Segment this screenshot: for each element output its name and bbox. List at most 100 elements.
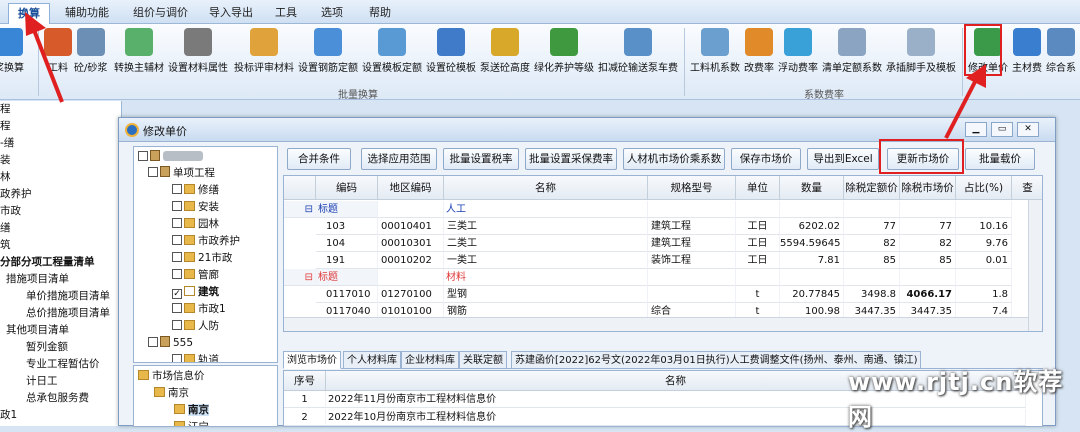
name-cell[interactable]: 一类工 bbox=[444, 252, 648, 269]
grid-header[interactable]: 占比(%) bbox=[956, 176, 1012, 200]
grid-header[interactable]: 查 bbox=[1012, 176, 1042, 200]
ribbon-rebar-quota[interactable]: 设置钢筋定额 bbox=[298, 28, 358, 74]
tree-item[interactable]: 政养护 bbox=[0, 186, 121, 203]
grid-cell[interactable] bbox=[780, 201, 844, 218]
tree-item[interactable]: 市场信息价 bbox=[138, 368, 205, 385]
quota-price-cell[interactable]: 3498.8 bbox=[844, 286, 900, 303]
grid-cell[interactable] bbox=[736, 201, 780, 218]
tree-item[interactable]: 总价措施项目清单 bbox=[0, 305, 121, 322]
grid-header[interactable]: 除税定额价 bbox=[844, 176, 900, 200]
quantity-cell[interactable]: 20.77845 bbox=[780, 286, 844, 303]
tree-item[interactable]: 单项工程 bbox=[148, 165, 215, 182]
percent-cell[interactable]: 1.8 bbox=[956, 286, 1012, 303]
tree-root[interactable] bbox=[138, 149, 203, 166]
tree-item[interactable]: 555 bbox=[148, 335, 193, 352]
tree-item[interactable]: 装 bbox=[0, 152, 121, 169]
region-code-cell[interactable]: 00010202 bbox=[378, 252, 444, 269]
tab-related-quota[interactable]: 关联定额 bbox=[459, 351, 507, 369]
market-price-cell[interactable]: 77 bbox=[900, 218, 956, 235]
unit-cell[interactable]: 工日 bbox=[736, 252, 780, 269]
menu-pricing[interactable]: 组价与调价 bbox=[124, 3, 197, 24]
region-code-cell[interactable]: 00010301 bbox=[378, 235, 444, 252]
name-cell[interactable]: 三类工 bbox=[444, 218, 648, 235]
grid-cell[interactable] bbox=[648, 269, 736, 286]
grid-header[interactable]: 地区编码 bbox=[378, 176, 444, 200]
batch-procurement-rate-button[interactable]: 批量设置采保费率 bbox=[525, 148, 617, 170]
quantity-cell[interactable]: 5594.59645 bbox=[780, 235, 844, 252]
tree-item[interactable]: -缮 bbox=[0, 135, 121, 152]
tree-item[interactable]: 筑 bbox=[0, 237, 121, 254]
grid-cell[interactable] bbox=[900, 269, 956, 286]
list-header[interactable]: 序号 bbox=[284, 371, 326, 391]
ribbon-coefficient[interactable]: 工料机系数 bbox=[690, 28, 740, 74]
code-cell[interactable]: 103 bbox=[316, 218, 378, 235]
quota-price-cell[interactable]: 82 bbox=[844, 235, 900, 252]
group-title[interactable]: 标题 bbox=[316, 201, 378, 218]
unit-cell[interactable]: t bbox=[736, 286, 780, 303]
menu-options[interactable]: 选项 bbox=[312, 3, 352, 24]
region-code-cell[interactable]: 01270100 bbox=[378, 286, 444, 303]
group-title[interactable]: 标题 bbox=[316, 269, 378, 286]
group-toggle[interactable]: ⊟ bbox=[284, 269, 316, 286]
close-button[interactable]: ✕ bbox=[1017, 122, 1039, 137]
grid-cell[interactable] bbox=[956, 269, 1012, 286]
tree-item[interactable]: 其他项目清单 bbox=[0, 322, 121, 339]
quota-price-cell[interactable]: 77 bbox=[844, 218, 900, 235]
tree-item[interactable]: 轨道 bbox=[172, 352, 219, 362]
grid-cell[interactable] bbox=[378, 269, 444, 286]
ribbon-composite[interactable]: 综合系 bbox=[1046, 28, 1076, 74]
grid-cell[interactable] bbox=[844, 269, 900, 286]
tree-item[interactable]: 园林 bbox=[172, 216, 219, 233]
code-cell[interactable]: 0117010 bbox=[316, 286, 378, 303]
ribbon-pump-height[interactable]: 泵送砼高度 bbox=[480, 28, 530, 74]
market-price-cell[interactable]: 82 bbox=[900, 235, 956, 252]
horizontal-scrollbar[interactable] bbox=[284, 317, 1028, 331]
tree-item-checked[interactable]: ✓ 建筑 bbox=[172, 284, 219, 301]
ribbon-material-attr[interactable]: 设置材料属性 bbox=[168, 28, 228, 74]
tree-item[interactable]: 政1 bbox=[0, 407, 121, 424]
unit-cell[interactable]: 工日 bbox=[736, 218, 780, 235]
menu-import-export[interactable]: 导入导出 bbox=[200, 3, 262, 24]
tab-browse-market[interactable]: 浏览市场价 bbox=[283, 351, 341, 369]
tab-enterprise-library[interactable]: 企业材料库 bbox=[401, 351, 459, 369]
quota-price-cell[interactable]: 85 bbox=[844, 252, 900, 269]
market-price-cell[interactable]: 4066.17 bbox=[900, 286, 956, 303]
tree-item[interactable]: 管廊 bbox=[172, 267, 219, 284]
ribbon-concrete-mortar[interactable]: 砼/砂浆 bbox=[74, 28, 107, 74]
tab-personal-library[interactable]: 个人材料库 bbox=[343, 351, 401, 369]
grid-cell[interactable] bbox=[648, 201, 736, 218]
quantity-cell[interactable]: 6202.02 bbox=[780, 218, 844, 235]
tree-item[interactable]: 计日工 bbox=[0, 373, 121, 390]
percent-cell[interactable]: 0.01 bbox=[956, 252, 1012, 269]
ribbon-change-rate[interactable]: 改费率 bbox=[744, 28, 774, 74]
ribbon-convert-material[interactable]: 转换主辅材 bbox=[114, 28, 164, 74]
quantity-cell[interactable]: 7.81 bbox=[780, 252, 844, 269]
tree-item[interactable]: 专业工程暂估价 bbox=[0, 356, 121, 373]
grid-header[interactable]: 数量 bbox=[780, 176, 844, 200]
tree-item[interactable]: 21市政 bbox=[172, 250, 232, 267]
grid-cell[interactable] bbox=[900, 201, 956, 218]
tree-item[interactable]: 市政1 bbox=[172, 301, 226, 318]
tree-item[interactable]: 措施项目清单 bbox=[0, 271, 121, 288]
ribbon-deduct-pump-fee[interactable]: 扣减砼输送泵车费 bbox=[598, 28, 678, 74]
tree-item[interactable]: 林 bbox=[0, 169, 121, 186]
grid-header[interactable]: 名称 bbox=[444, 176, 648, 200]
tree-item[interactable]: 暂列金额 bbox=[0, 339, 121, 356]
code-cell[interactable]: 104 bbox=[316, 235, 378, 252]
maximize-button[interactable]: ▭ bbox=[991, 122, 1013, 137]
name-cell[interactable]: 二类工 bbox=[444, 235, 648, 252]
ribbon-formwork-quota[interactable]: 设置模板定额 bbox=[362, 28, 422, 74]
grid-cell[interactable] bbox=[844, 201, 900, 218]
percent-cell[interactable]: 10.16 bbox=[956, 218, 1012, 235]
tree-item[interactable]: 安装 bbox=[172, 199, 219, 216]
group-name[interactable]: 人工 bbox=[444, 201, 648, 218]
batch-tax-rate-button[interactable]: 批量设置税率 bbox=[443, 148, 519, 170]
tree-item[interactable]: 分部分项工程量清单 bbox=[0, 254, 121, 271]
group-toggle[interactable]: ⊟ bbox=[284, 201, 316, 218]
grid-cell[interactable] bbox=[956, 201, 1012, 218]
grid-cell[interactable] bbox=[736, 269, 780, 286]
grid-header[interactable]: 除税市场价 bbox=[900, 176, 956, 200]
ribbon-concrete-formwork[interactable]: 设置砼模板 bbox=[426, 28, 476, 74]
ribbon-bid-review[interactable]: 投标评审材料 bbox=[234, 28, 294, 74]
unit-cell[interactable]: 工日 bbox=[736, 235, 780, 252]
